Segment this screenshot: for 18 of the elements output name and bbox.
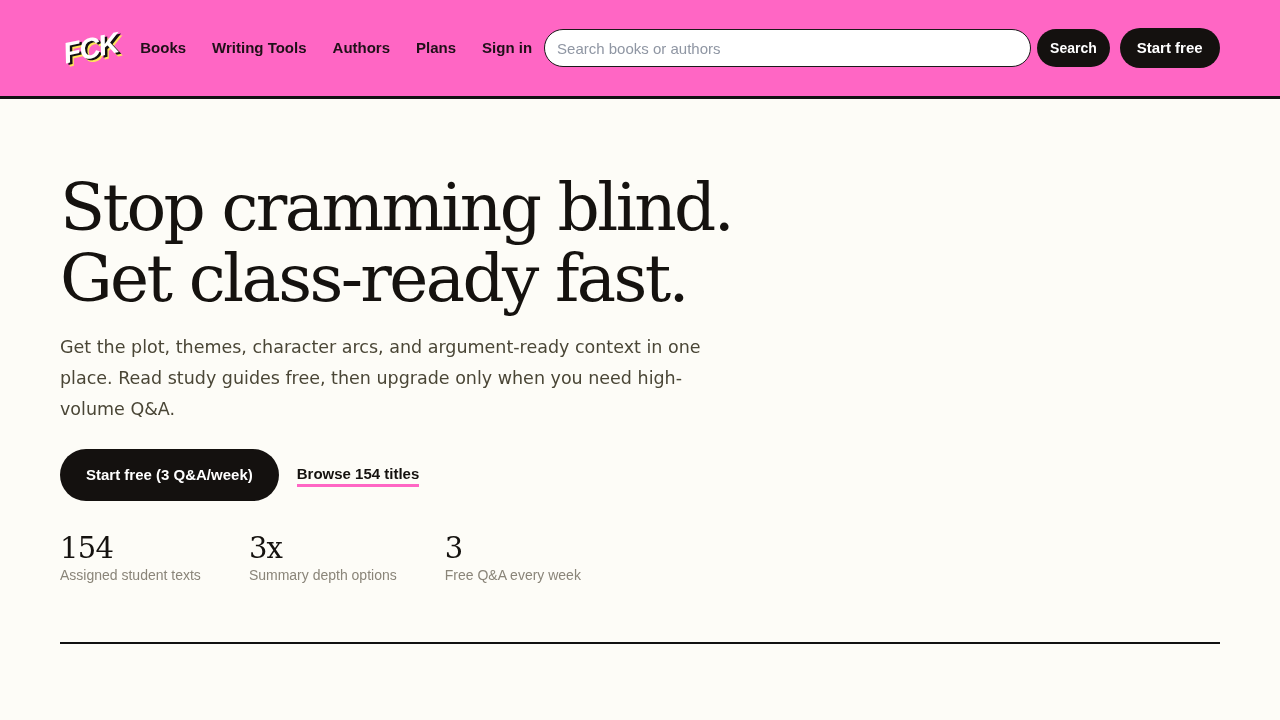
search-field[interactable]: Search books or authors	[544, 29, 1032, 67]
start-free-button[interactable]: Start free	[1119, 28, 1220, 68]
hero-description: Get the plot, themes, character arcs, and argument-ready context in one place. Read study guides free, then upgrade only when you need high-volume Q&A.	[60, 336, 702, 421]
nav-link[interactable]: Authors	[332, 36, 391, 60]
nav-link[interactable]: Books	[140, 36, 187, 60]
stat-label: Assigned student texts	[60, 566, 201, 585]
stat-value: 154	[60, 531, 114, 565]
stat-value: 3	[444, 531, 463, 565]
stat-label: Summary depth options	[248, 566, 397, 585]
browse-titles-link[interactable]: Browse 154 titles	[296, 463, 420, 487]
nav-link[interactable]: Writing Tools	[212, 36, 307, 60]
hero-heading: Stop cramming blind. Get class-ready fast.	[60, 172, 732, 314]
stat-label: Free Q&A every week	[444, 566, 581, 585]
search-button[interactable]: Search	[1037, 29, 1110, 67]
nav-link[interactable]: Plans	[416, 36, 457, 60]
start-free-qa-button[interactable]: Start free (3 Q&A/week)	[60, 449, 279, 501]
nav-link[interactable]: Sign in	[482, 36, 533, 60]
stat-value: 3x	[248, 531, 283, 565]
